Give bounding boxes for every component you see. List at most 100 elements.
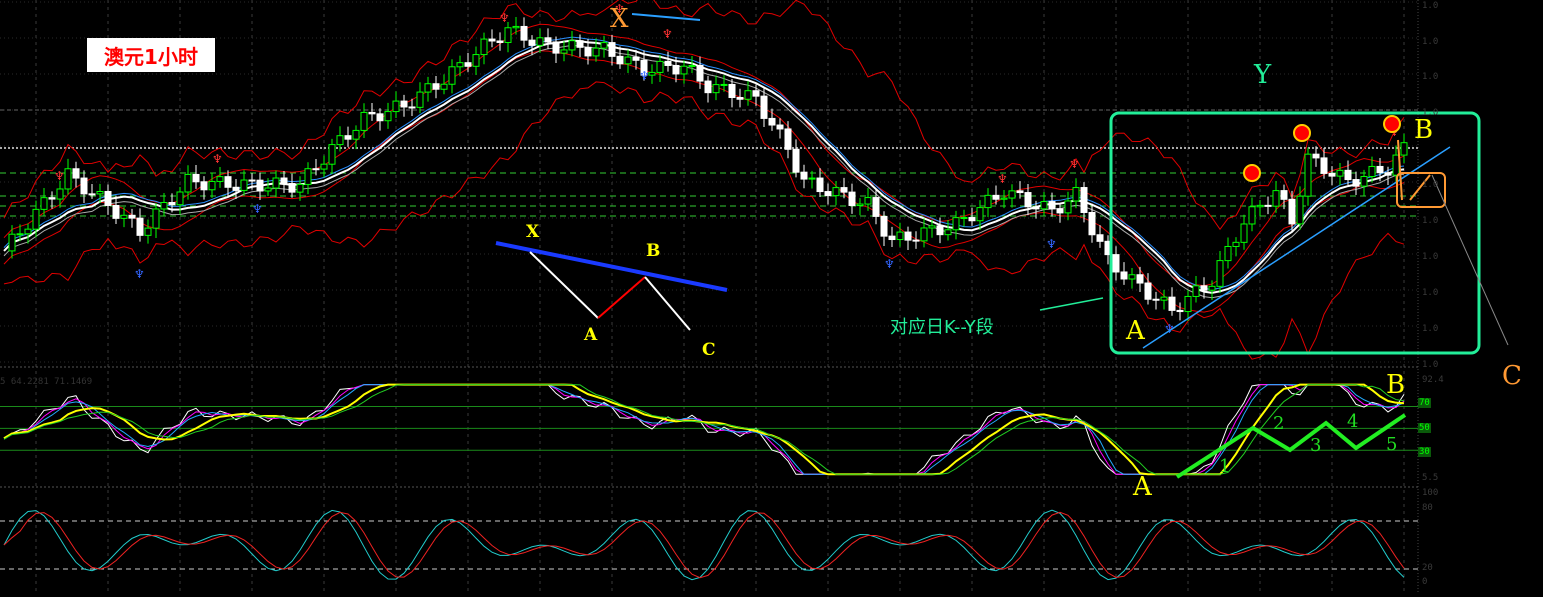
candle-body bbox=[544, 37, 552, 43]
price-axis-label: 1.0 bbox=[1422, 324, 1439, 334]
stoch-axis-top: 100 bbox=[1422, 488, 1439, 498]
label-x: X bbox=[610, 4, 629, 34]
candle-body bbox=[344, 135, 352, 140]
candle-body bbox=[216, 176, 224, 182]
candle-body bbox=[464, 62, 472, 67]
candle-body bbox=[1128, 274, 1136, 280]
fractal-up-icon: ♆ bbox=[1069, 157, 1080, 171]
diagram-a: A bbox=[584, 325, 598, 345]
candle-body bbox=[1136, 274, 1144, 284]
candle-body bbox=[56, 188, 64, 200]
candle-body bbox=[1312, 153, 1320, 159]
candle-body bbox=[1152, 298, 1160, 301]
candle-body bbox=[152, 208, 160, 229]
osc-axis-70: 70 bbox=[1418, 398, 1431, 408]
candle-body bbox=[416, 91, 424, 108]
candle-body bbox=[576, 40, 584, 48]
candle-body bbox=[1224, 245, 1232, 262]
candle-body bbox=[1288, 198, 1296, 225]
candle-body bbox=[256, 179, 264, 192]
candle-body bbox=[1200, 285, 1208, 291]
candle-body bbox=[832, 187, 840, 197]
candle-body bbox=[864, 197, 872, 205]
price-axis-label: 1.0 bbox=[1422, 216, 1439, 226]
candle-body bbox=[1144, 282, 1152, 300]
projection-line bbox=[1431, 174, 1509, 346]
candle-body bbox=[1168, 296, 1176, 311]
osc-axis-top: 92.4 bbox=[1422, 375, 1444, 385]
label-c: C bbox=[1502, 361, 1522, 391]
candle-body bbox=[1264, 204, 1272, 207]
candle-body bbox=[960, 217, 968, 220]
fractal-up-icon: ♆ bbox=[54, 169, 65, 183]
osc-line-green bbox=[3, 384, 1405, 475]
candle-body bbox=[920, 227, 928, 242]
candle-body bbox=[64, 168, 72, 190]
candle-body bbox=[368, 111, 376, 115]
candle-body bbox=[824, 191, 832, 197]
candle-body bbox=[512, 25, 520, 29]
candle-body bbox=[1368, 165, 1376, 178]
candle-body bbox=[768, 117, 776, 126]
highlight-box bbox=[1109, 111, 1481, 355]
fractal-down-icon: ♆ bbox=[134, 267, 145, 281]
candle-body bbox=[1248, 206, 1256, 225]
candle-body bbox=[208, 180, 216, 191]
diagram-b: B bbox=[646, 241, 661, 261]
candle-body bbox=[760, 95, 768, 119]
candle-body bbox=[128, 214, 136, 219]
candle-body bbox=[1016, 190, 1024, 194]
candle-body bbox=[672, 64, 680, 75]
candle-body bbox=[1160, 296, 1168, 301]
candle-body bbox=[248, 179, 256, 182]
candle-body bbox=[688, 64, 696, 67]
candle-body bbox=[200, 181, 208, 191]
candle-body bbox=[808, 177, 816, 180]
osc-label-a: A bbox=[1133, 472, 1152, 502]
candle-body bbox=[1080, 187, 1088, 213]
candle-body bbox=[528, 39, 536, 46]
candle-body bbox=[400, 100, 408, 108]
candle-body bbox=[816, 177, 824, 193]
candle-body bbox=[120, 214, 128, 219]
candle-body bbox=[1384, 172, 1392, 176]
candle-body bbox=[184, 173, 192, 193]
osc-axis-50: 50 bbox=[1418, 423, 1431, 433]
fractal-up-icon: ♆ bbox=[997, 172, 1008, 186]
candle-body bbox=[96, 191, 104, 195]
candle-body bbox=[1256, 204, 1264, 208]
price-axis-label: 1.0 bbox=[1422, 72, 1439, 82]
candle-body bbox=[848, 191, 856, 206]
candle-body bbox=[1064, 200, 1072, 214]
candle-body bbox=[24, 228, 32, 235]
candle-body bbox=[72, 168, 80, 179]
candle-body bbox=[736, 97, 744, 100]
moving-average bbox=[3, 39, 1405, 294]
candle-body bbox=[936, 225, 944, 236]
candle-body bbox=[1304, 153, 1312, 197]
candle-body bbox=[1216, 260, 1224, 287]
wave-4: 4 bbox=[1347, 411, 1359, 432]
candle-body bbox=[1192, 285, 1200, 297]
candle-body bbox=[600, 42, 608, 49]
candle-body bbox=[720, 83, 728, 86]
candle-body bbox=[696, 64, 704, 82]
candle-body bbox=[352, 129, 360, 140]
candle-body bbox=[944, 229, 952, 236]
diagram-x: X bbox=[526, 222, 540, 242]
label-a: A bbox=[1126, 316, 1145, 346]
candle-body bbox=[408, 106, 416, 109]
candle-body bbox=[840, 187, 848, 193]
candle-body bbox=[664, 60, 672, 66]
candle-body bbox=[1040, 201, 1048, 210]
candle-body bbox=[712, 84, 720, 94]
candle-body bbox=[904, 231, 912, 241]
daily-note: 对应日K--Y段 bbox=[890, 317, 994, 338]
candle-body bbox=[1272, 190, 1280, 207]
candle-body bbox=[880, 215, 888, 237]
candle-body bbox=[1088, 211, 1096, 236]
candle-body bbox=[912, 239, 920, 242]
candle-body bbox=[976, 207, 984, 222]
label-y: Y bbox=[1254, 60, 1272, 90]
candle-body bbox=[1328, 172, 1336, 177]
